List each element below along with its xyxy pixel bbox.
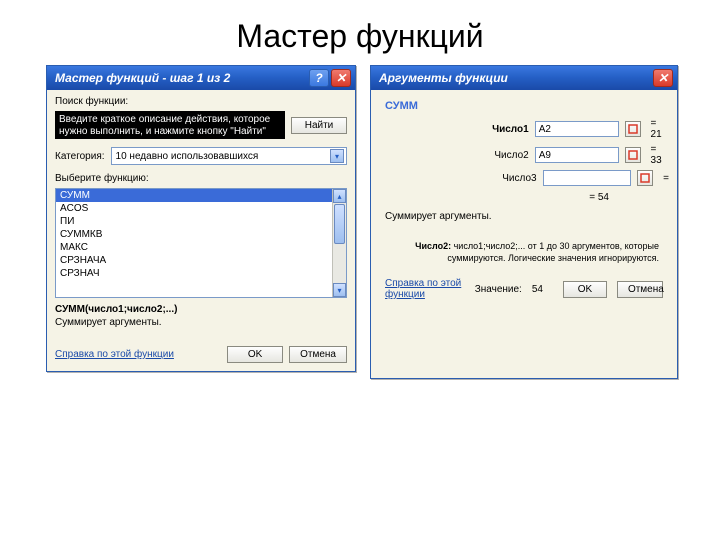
arg-result: = 21 <box>651 118 669 140</box>
list-item[interactable]: СРЗНАЧ <box>56 267 346 280</box>
result-value: 54 <box>532 284 543 295</box>
list-item[interactable]: СУММКВ <box>56 228 346 241</box>
help-link[interactable]: Справка по этой функции <box>385 278 465 300</box>
arg-result: = 33 <box>651 144 669 166</box>
scroll-up-icon[interactable]: ▴ <box>333 189 346 203</box>
search-input[interactable]: Введите краткое описание действия, котор… <box>55 111 285 139</box>
function-name: СУММ <box>379 96 669 114</box>
arg-label: Число3 <box>379 173 537 184</box>
function-wizard-dialog: Мастер функций - шаг 1 из 2 ? ✕ Поиск фу… <box>46 65 356 372</box>
cancel-button[interactable]: Отмена <box>289 346 347 363</box>
scrollbar[interactable]: ▴ ▾ <box>332 189 346 297</box>
range-selector-icon[interactable] <box>625 147 640 163</box>
argument-doc: Число2: число1;число2;... от 1 до 30 арг… <box>379 240 669 264</box>
list-item[interactable]: ACOS <box>56 202 346 215</box>
ok-button[interactable]: OK <box>563 281 607 298</box>
titlebar-text: Аргументы функции <box>379 71 508 85</box>
range-selector-icon[interactable] <box>625 121 640 137</box>
range-selector-icon[interactable] <box>637 170 653 186</box>
arg-row: Число3 = <box>379 170 669 186</box>
titlebar: Аргументы функции ✕ <box>371 66 677 90</box>
select-function-label: Выберите функцию: <box>55 173 347 184</box>
arg-input[interactable]: A9 <box>535 147 620 163</box>
function-help-text: Суммирует аргументы. <box>385 211 669 222</box>
close-button[interactable]: ✕ <box>653 69 673 87</box>
ok-button[interactable]: OK <box>227 346 283 363</box>
arg-row: Число1 A2 = 21 <box>379 118 669 140</box>
find-button[interactable]: Найти <box>291 117 347 134</box>
function-listbox[interactable]: СУММ ACOS ПИ СУММКВ МАКС СРЗНАЧА СРЗНАЧ … <box>55 188 347 298</box>
list-item[interactable]: МАКС <box>56 241 346 254</box>
scrollbar-thumb[interactable] <box>334 204 345 244</box>
help-button[interactable]: ? <box>309 69 329 87</box>
help-link[interactable]: Справка по этой функции <box>55 349 174 360</box>
arg-row: Число2 A9 = 33 <box>379 144 669 166</box>
category-value: 10 недавно использовавшихся <box>116 151 330 162</box>
list-item[interactable]: СРЗНАЧА <box>56 254 346 267</box>
result-label: Значение: <box>475 284 522 295</box>
list-item[interactable]: СУММ <box>56 189 346 202</box>
function-signature: СУММ(число1;число2;...) <box>55 304 347 315</box>
arg-label: Число1 <box>379 124 529 135</box>
page-title: Мастер функций <box>0 0 720 65</box>
arg-input[interactable] <box>543 170 632 186</box>
function-arguments-dialog: Аргументы функции ✕ СУММ Число1 A2 = 21 … <box>370 65 678 379</box>
titlebar-text: Мастер функций - шаг 1 из 2 <box>55 71 230 85</box>
arg-label: Число2 <box>379 150 529 161</box>
titlebar: Мастер функций - шаг 1 из 2 ? ✕ <box>47 66 355 90</box>
scroll-down-icon[interactable]: ▾ <box>333 283 346 297</box>
formula-result: = 54 <box>379 192 669 203</box>
arg-input[interactable]: A2 <box>535 121 620 137</box>
close-button[interactable]: ✕ <box>331 69 351 87</box>
search-label: Поиск функции: <box>55 96 347 107</box>
category-combo[interactable]: 10 недавно использовавшихся ▾ <box>111 147 347 165</box>
arg-result: = <box>663 173 669 184</box>
list-item[interactable]: ПИ <box>56 215 346 228</box>
chevron-down-icon[interactable]: ▾ <box>330 149 344 163</box>
category-label: Категория: <box>55 151 105 162</box>
function-description: Суммирует аргументы. <box>55 317 347 328</box>
cancel-button[interactable]: Отмена <box>617 281 663 298</box>
